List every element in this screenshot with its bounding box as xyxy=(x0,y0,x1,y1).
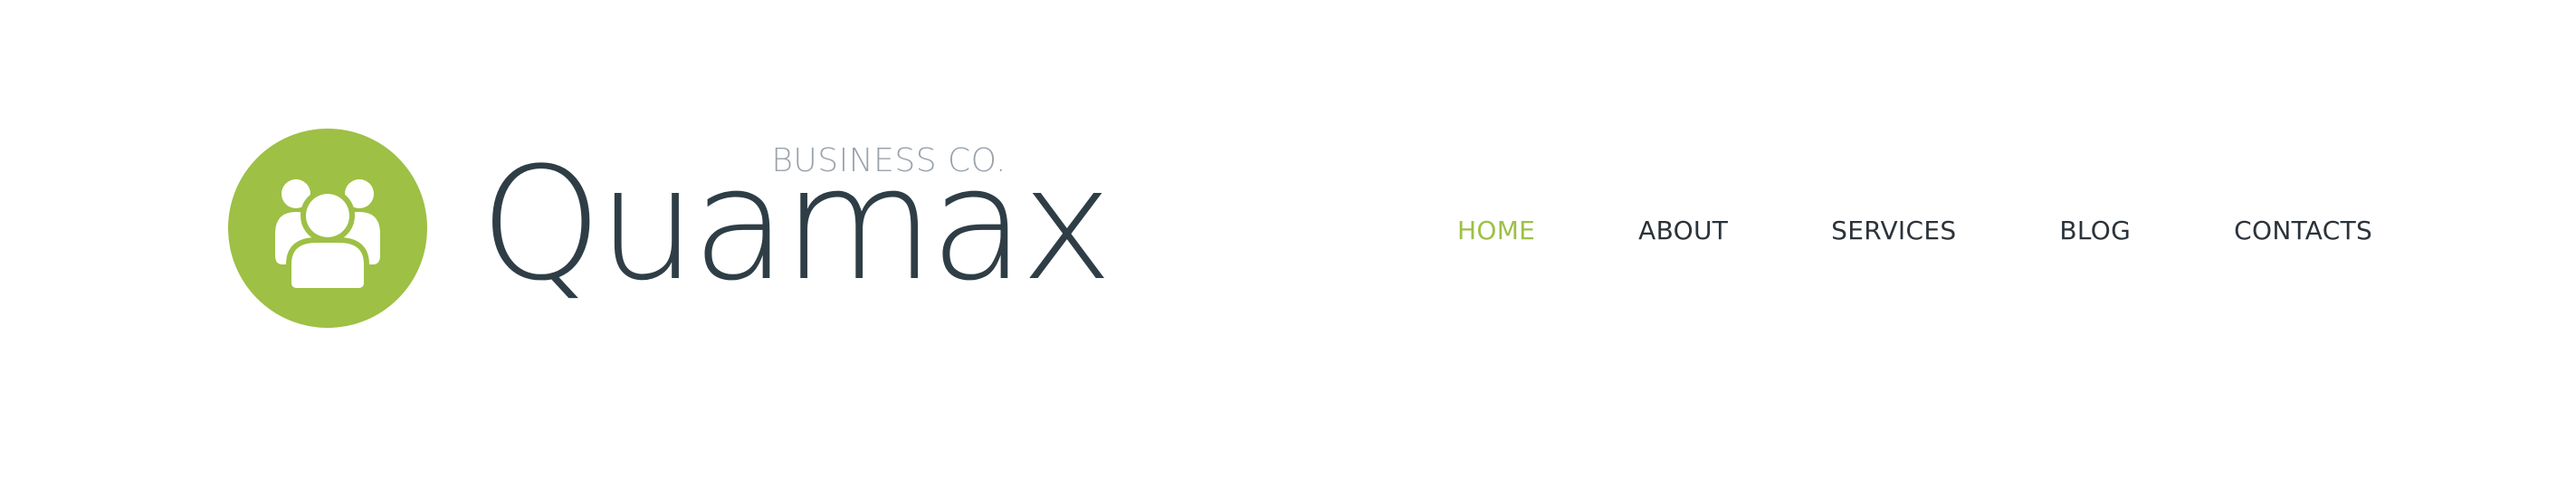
brand-name: Quamax xyxy=(480,133,1113,315)
brand-logo-link[interactable]: BUSINESS CO. Quamax xyxy=(228,127,1113,331)
site-header: BUSINESS CO. Quamax HOME ABOUT SERVICES … xyxy=(0,0,2576,480)
nav-item-blog[interactable]: BLOG xyxy=(2059,218,2131,244)
nav-item-home[interactable]: HOME xyxy=(1457,218,1535,244)
nav-item-services[interactable]: SERVICES xyxy=(1831,218,1956,244)
nav-item-about[interactable]: ABOUT xyxy=(1638,218,1728,244)
main-navigation: HOME ABOUT SERVICES BLOG CONTACTS xyxy=(1457,208,2372,254)
group-users-icon xyxy=(228,129,427,328)
nav-item-contacts[interactable]: CONTACTS xyxy=(2234,218,2372,244)
